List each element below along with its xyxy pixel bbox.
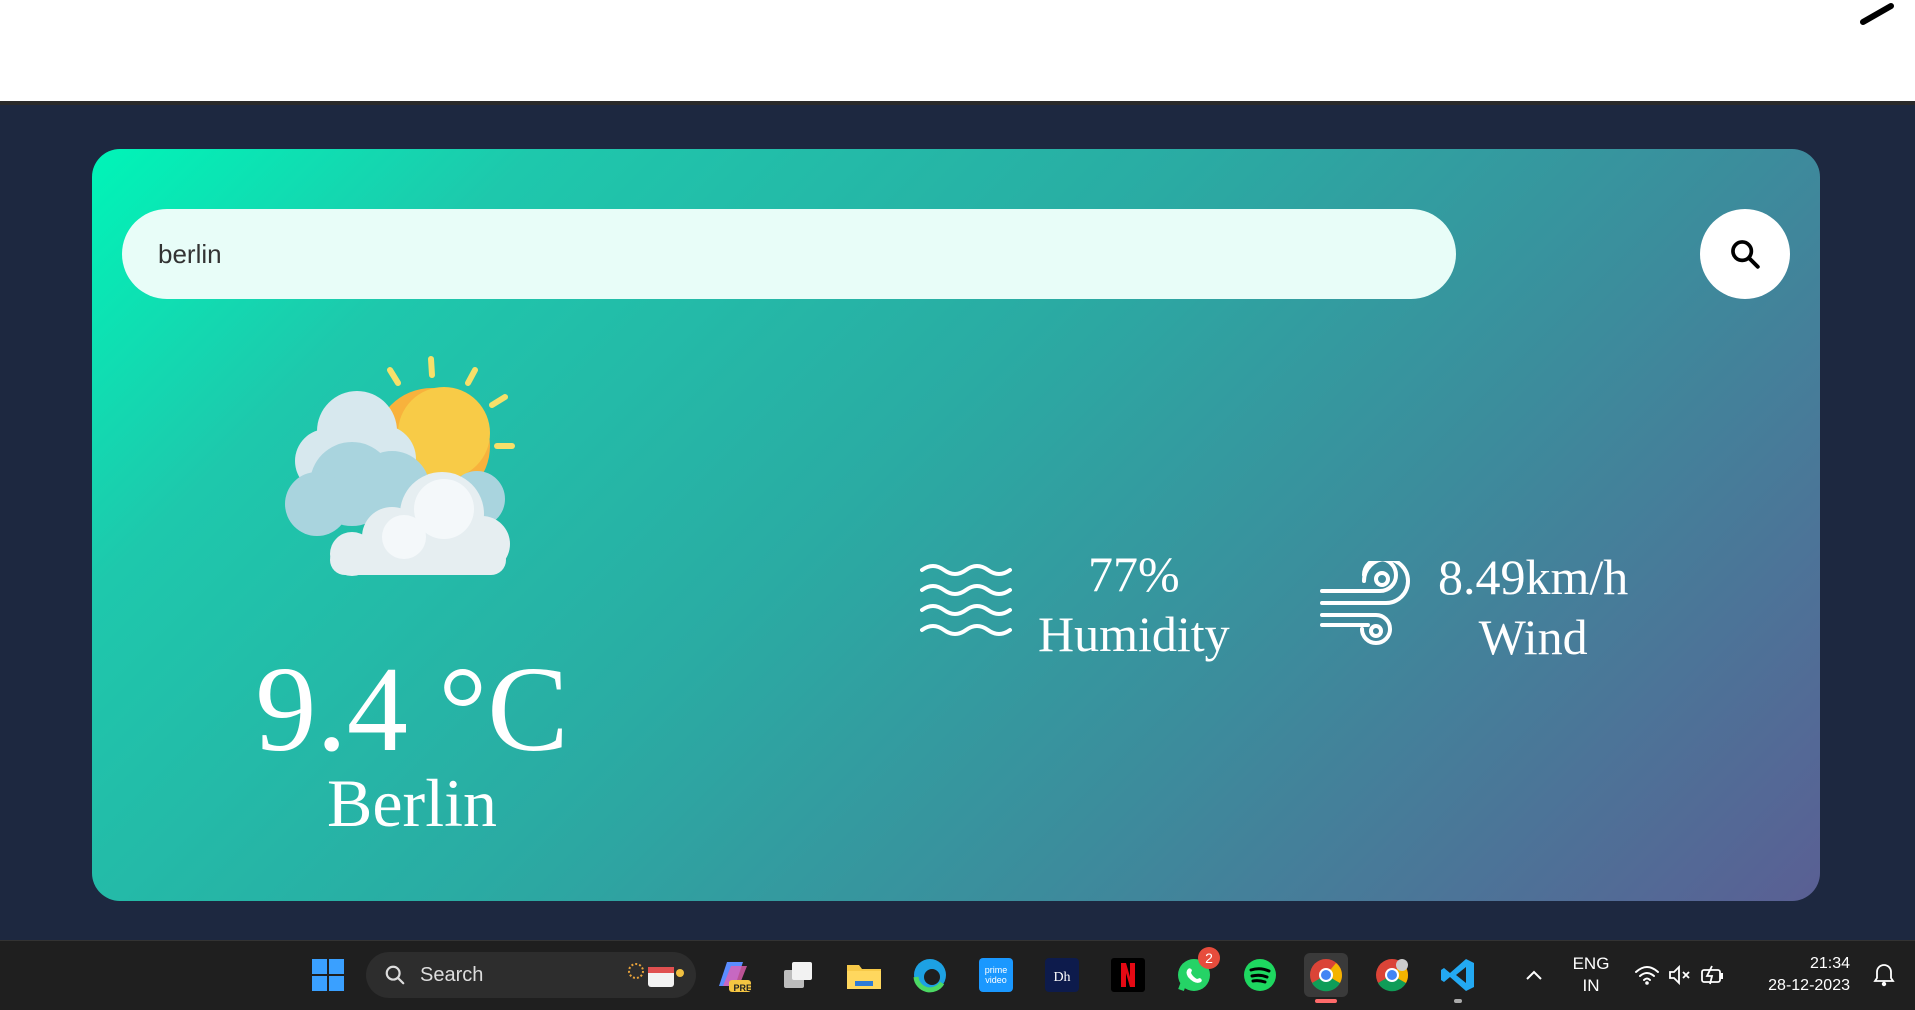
language-code: ENG [1572,954,1610,973]
city-search-input[interactable] [122,209,1456,299]
running-indicator [1454,999,1462,1003]
wind-panel: 8.49km/h Wind [1320,547,1628,667]
temperature-value: 9.4 °C [255,642,569,777]
taskbar-search[interactable]: Search [366,952,696,998]
clock-date: 28-12-2023 [1768,977,1850,994]
app-page: 9.4 °C Berlin 77% Humidity [0,105,1915,940]
wind-icon [1320,561,1410,645]
humidity-value: 77% [1088,546,1180,602]
chrome-icon [1310,959,1343,992]
vscode-app[interactable] [1436,953,1480,1003]
whatsapp-app[interactable]: 2 [1172,947,1220,997]
start-button[interactable] [306,953,350,997]
edge-app[interactable] [908,953,952,997]
netflix-app[interactable] [1106,953,1150,997]
pen-icon[interactable] [1857,2,1897,26]
browser-top-area [0,0,1915,105]
task-view-app[interactable] [776,953,820,997]
folder-icon [847,965,881,989]
language-indicator[interactable]: ENG IN [1566,953,1616,997]
spotify-app[interactable] [1238,953,1282,997]
wind-label: Wind [1478,609,1588,665]
hotstar-icon: Dh [1045,958,1079,992]
volume-muted-icon [1669,964,1690,986]
edge-icon [913,959,946,993]
city-name: Berlin [327,765,497,841]
wifi-icon [1635,966,1659,985]
notification-bell-icon [1873,964,1895,987]
whatsapp-badge: 2 [1198,947,1220,969]
region-code: IN [1582,976,1600,995]
copilot-pre-tag: PRE [733,983,752,993]
taskbar-search-label: Search [420,963,484,986]
svg-text:video: video [985,975,1007,985]
chrome-app-active[interactable] [1304,953,1348,1003]
clock[interactable]: 21:34 28-12-2023 [1748,953,1868,997]
battery-charging-icon [1701,965,1723,985]
show-hidden-icons-button[interactable] [1512,953,1556,997]
notifications-button[interactable] [1866,953,1902,997]
spotify-icon [1244,959,1276,991]
partly-cloudy-icon [285,356,515,576]
netflix-icon [1111,958,1145,992]
active-indicator [1315,999,1337,1003]
chevron-up-icon [1526,970,1542,980]
calendar-fireworks-icon [628,963,684,987]
prime-video-icon: prime video [979,958,1013,992]
humidity-label: Humidity [1038,606,1230,662]
windows-logo-icon [312,959,344,991]
prime-video-app[interactable]: prime video [974,953,1018,997]
search-icon [1731,240,1760,269]
svg-text:prime: prime [985,965,1008,975]
humidity-waves-icon [920,564,1012,636]
file-explorer-app[interactable] [842,953,886,997]
system-tray-status[interactable] [1630,953,1730,997]
weather-card: 9.4 °C Berlin 77% Humidity [92,149,1820,901]
chrome-profile-icon [1376,959,1409,992]
humidity-panel: 77% Humidity [920,544,1230,664]
clock-time: 21:34 [1809,955,1850,972]
vscode-icon [1441,959,1474,991]
wind-value: 8.49km/h [1438,549,1629,605]
search-button[interactable] [1700,209,1790,299]
windows-taskbar: Search PRE prime video Dh 2 ENG IN 21:34… [0,940,1915,1010]
svg-text:Dh: Dh [1053,970,1070,985]
chrome-profile-app[interactable] [1370,953,1414,997]
disney-hotstar-app[interactable]: Dh [1040,953,1084,997]
task-view-icon [784,962,812,988]
search-icon [385,965,405,985]
copilot-app[interactable]: PRE [710,953,754,997]
